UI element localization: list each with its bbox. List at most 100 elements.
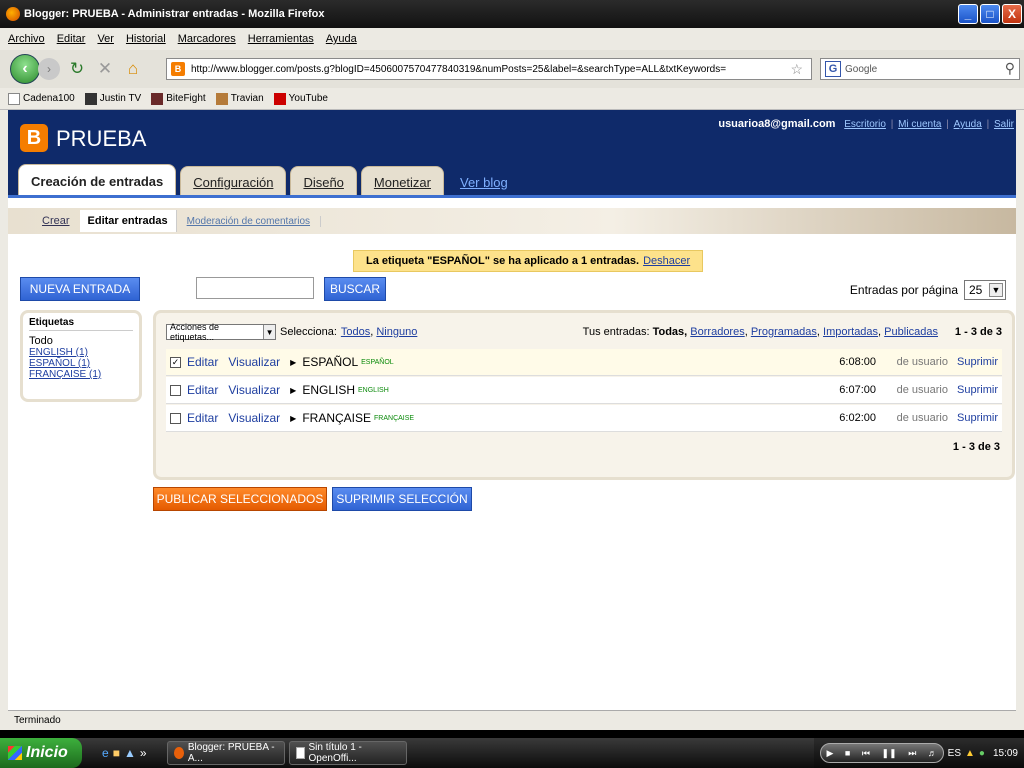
tab-diseno[interactable]: Diseño (290, 166, 357, 198)
subnav-moderacion[interactable]: Moderación de comentarios (177, 215, 322, 227)
view-link[interactable]: Visualizar (228, 411, 280, 425)
filter-published[interactable]: Publicadas (884, 326, 938, 338)
bookmark-travian[interactable]: Travian (215, 92, 264, 105)
row-checkbox[interactable]: ✓ (170, 356, 181, 368)
link-mi-cuenta[interactable]: Mi cuenta (898, 119, 941, 130)
new-post-button[interactable]: NUEVA ENTRADA (20, 277, 140, 301)
menu-editar[interactable]: Editar (57, 33, 86, 45)
subnav-editar-entradas[interactable]: Editar entradas (79, 210, 177, 232)
chevron-down-icon[interactable]: ▼ (989, 283, 1003, 297)
menu-ver[interactable]: Ver (97, 33, 114, 45)
bookmark-star-icon[interactable]: ☆ (790, 61, 803, 78)
publish-selected-button[interactable]: PUBLICAR SELECCIONADOS (153, 487, 327, 511)
view-link[interactable]: Visualizar (228, 355, 280, 369)
maximize-button[interactable]: □ (980, 4, 1000, 24)
next-icon[interactable]: ⏭ (908, 748, 916, 759)
task-firefox[interactable]: Blogger: PRUEBA - A... (166, 741, 285, 765)
delete-link[interactable]: Suprimir (957, 384, 998, 396)
posts-search-input[interactable] (196, 277, 314, 299)
edit-link[interactable]: Editar (187, 411, 218, 425)
task-openoffice-label: Sin título 1 - OpenOffi... (308, 742, 362, 764)
menu-marcadores[interactable]: Marcadores (178, 33, 236, 45)
post-label[interactable]: française (374, 415, 414, 422)
filter-scheduled[interactable]: Programadas (751, 326, 817, 338)
delete-link[interactable]: Suprimir (957, 412, 998, 424)
language-icon[interactable]: ES (948, 748, 961, 759)
expand-arrow-icon[interactable]: ▶ (290, 386, 296, 395)
bookmark-justintv[interactable]: Justin TV (84, 92, 141, 105)
link-ayuda[interactable]: Ayuda (954, 119, 982, 130)
label-actions-select[interactable]: Acciones de etiquetas... ▼ (166, 322, 276, 342)
post-title[interactable]: ENGLISH (302, 383, 355, 397)
back-button[interactable]: ‹ (10, 54, 40, 84)
clock[interactable]: 15:09 (993, 748, 1018, 759)
label-english[interactable]: ENGLISH (1) (29, 347, 133, 358)
stop-icon[interactable]: ■ (845, 748, 850, 758)
expand-arrow-icon[interactable]: ▶ (290, 414, 296, 423)
chevron-down-icon[interactable]: ▼ (263, 325, 275, 339)
close-button[interactable]: X (1002, 4, 1022, 24)
filter-imported[interactable]: Importadas (823, 326, 878, 338)
start-button[interactable]: Inicio (0, 738, 82, 768)
delete-selected-button[interactable]: SUPRIMIR SELECCIÓN (332, 487, 472, 511)
search-button[interactable]: BUSCAR (324, 277, 386, 301)
google-icon[interactable]: G (825, 61, 841, 77)
subnav-crear[interactable]: Crear (8, 215, 80, 227)
menu-historial[interactable]: Historial (126, 33, 166, 45)
network-icon[interactable]: ● (979, 748, 985, 759)
url-bar[interactable]: B http://www.blogger.com/posts.g?blogID=… (166, 58, 812, 80)
bookmark-bitefight[interactable]: BiteFight (151, 92, 206, 105)
labels-header: Etiquetas (29, 317, 133, 331)
filter-drafts[interactable]: Borradores (690, 326, 744, 338)
delete-link[interactable]: Suprimir (957, 356, 998, 368)
view-link[interactable]: Visualizar (228, 383, 280, 397)
menu-herramientas[interactable]: Herramientas (248, 33, 314, 45)
expand-arrow-icon[interactable]: ▶ (290, 358, 296, 367)
web-search-box[interactable]: G Google ⚲ (820, 58, 1020, 80)
link-salir[interactable]: Salir (994, 119, 1014, 130)
minimize-button[interactable]: _ (958, 4, 978, 24)
label-espanol[interactable]: ESPAÑOL (1) (29, 358, 133, 369)
notice-banner: La etiqueta "ESPAÑOL" se ha aplicado a 1… (353, 250, 704, 272)
volume-icon[interactable]: ♬ (928, 748, 937, 758)
blogger-logo-icon[interactable]: B (20, 124, 48, 152)
more-chevron-icon[interactable]: » (140, 746, 147, 760)
edit-link[interactable]: Editar (187, 383, 218, 397)
post-label[interactable]: english (358, 387, 389, 394)
label-francaise[interactable]: FRANÇAISE (1) (29, 369, 133, 380)
post-title[interactable]: FRANÇAISE (302, 411, 371, 425)
security-shield-icon[interactable]: ▲ (965, 748, 975, 759)
tab-monetizar[interactable]: Monetizar (360, 166, 444, 198)
undo-link[interactable]: Deshacer (643, 255, 690, 267)
home-icon[interactable]: ⌂ (122, 58, 144, 80)
menu-ayuda[interactable]: Ayuda (326, 33, 357, 45)
task-openoffice[interactable]: Sin título 1 - OpenOffi... (288, 741, 407, 765)
folder-icon[interactable]: ■ (113, 746, 120, 760)
search-icon[interactable]: ⚲ (1005, 60, 1015, 77)
bookmark-youtube[interactable]: YouTube (273, 92, 328, 105)
per-page-select[interactable]: 25 ▼ (964, 280, 1006, 300)
stop-icon[interactable]: ✕ (94, 58, 116, 80)
prev-icon[interactable]: ⏮ (862, 748, 870, 759)
tab-configuracion[interactable]: Configuración (180, 166, 287, 198)
select-all-link[interactable]: Todos (341, 326, 370, 338)
pause-icon[interactable]: ❚❚ (882, 748, 897, 759)
row-checkbox[interactable] (170, 384, 181, 396)
media-player-controls[interactable]: ▶ ■ ⏮ ❚❚ ⏭ ♬ (819, 743, 944, 763)
menu-archivo[interactable]: Archivo (8, 33, 45, 45)
post-label[interactable]: español (361, 359, 394, 366)
blog-title[interactable]: PRUEBA (56, 126, 146, 152)
play-icon[interactable]: ▶ (826, 748, 833, 759)
select-none-link[interactable]: Ninguno (376, 326, 417, 338)
tab-ver-blog[interactable]: Ver blog (448, 166, 520, 198)
media-icon[interactable]: ▲ (124, 746, 136, 760)
row-checkbox[interactable] (170, 412, 181, 424)
ie-icon[interactable]: e (102, 746, 109, 760)
forward-button[interactable]: › (38, 58, 60, 80)
link-escritorio[interactable]: Escritorio (844, 119, 886, 130)
reload-icon[interactable]: ↻ (66, 58, 88, 80)
edit-link[interactable]: Editar (187, 355, 218, 369)
bookmark-cadena100[interactable]: Cadena100 (8, 92, 75, 105)
post-title[interactable]: ESPAÑOL (302, 355, 358, 369)
tab-creacion-entradas[interactable]: Creación de entradas (18, 164, 177, 198)
